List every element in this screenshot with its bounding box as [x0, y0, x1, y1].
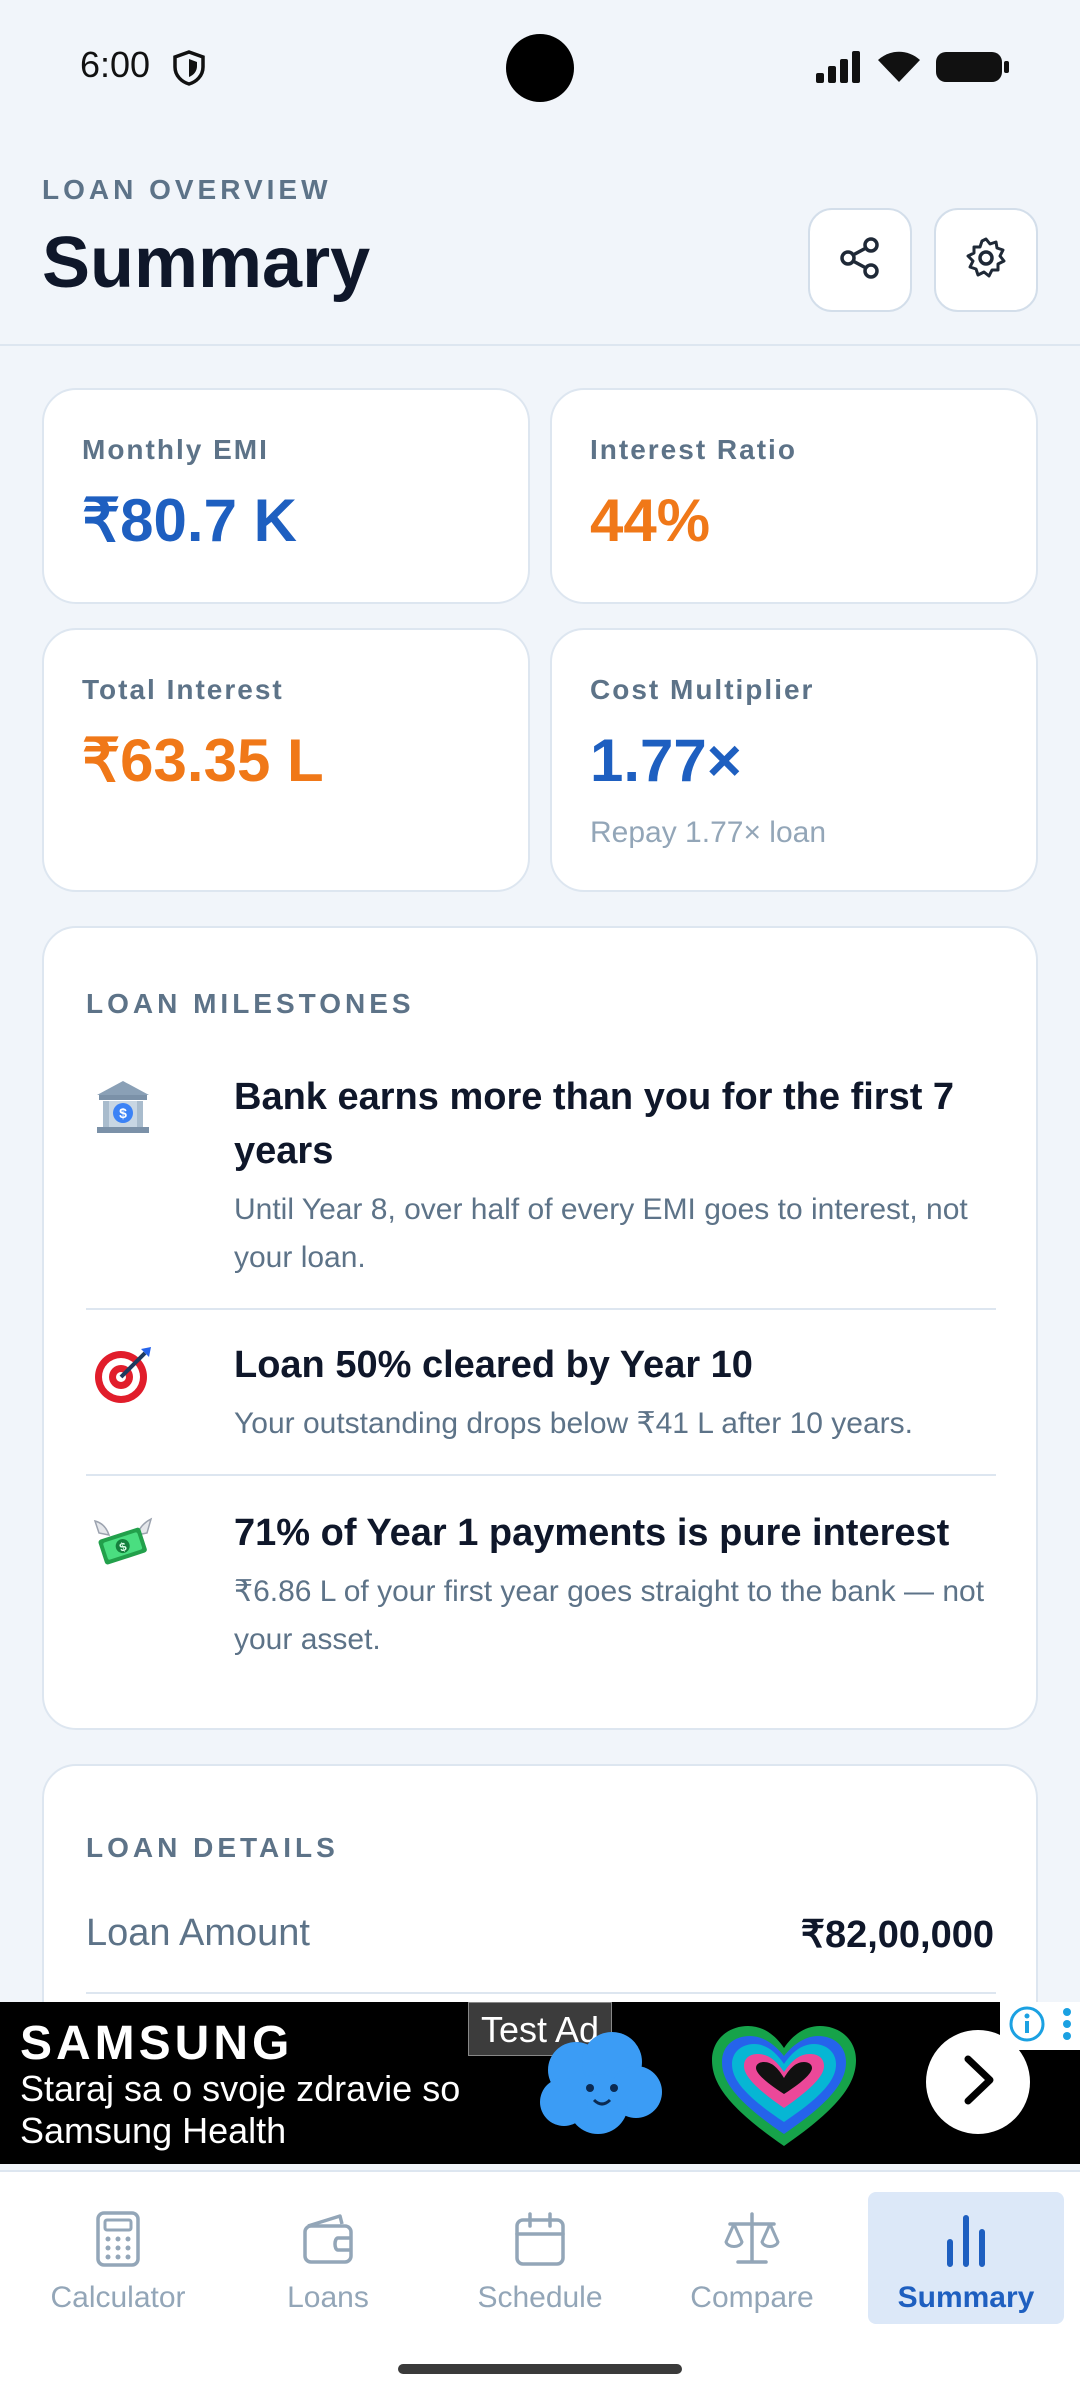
- settings-button[interactable]: [934, 208, 1038, 312]
- gear-icon: [964, 236, 1008, 285]
- wifi-icon: [876, 50, 922, 89]
- milestone-title: Loan 50% cleared by Year 10: [234, 1344, 753, 1386]
- info-icon[interactable]: [1008, 2005, 1046, 2048]
- detail-value: ₹82,00,000: [800, 1914, 994, 1956]
- cloud-mascot-icon: [536, 2030, 666, 2145]
- milestones-card: LOAN MILESTONES $ Bank earns more than y…: [42, 926, 1038, 1730]
- ad-brand-logo: SAMSUNG: [20, 2017, 294, 2070]
- stat-card-interest-ratio: Interest Ratio 44%: [550, 388, 1038, 604]
- system-icons: [816, 50, 1010, 89]
- nav-label: Schedule: [477, 2281, 603, 2314]
- stat-value: 44%: [590, 487, 711, 554]
- section-title: LOAN MILESTONES: [86, 988, 415, 1019]
- milestone-title: Bank earns more than you for the first 7…: [234, 1076, 955, 1172]
- signal-icon: [816, 51, 862, 88]
- more-vertical-icon[interactable]: [1061, 2005, 1073, 2048]
- camera-cutout: [506, 34, 574, 102]
- ad-banner[interactable]: SAMSUNG Staraj sa o svoje zdravie so Sam…: [0, 2002, 1080, 2164]
- calendar-icon: [512, 2210, 568, 2273]
- detail-label: Loan Amount: [86, 1912, 310, 1954]
- bar-chart-icon: [940, 2210, 992, 2273]
- scale-icon: [722, 2210, 782, 2273]
- stat-value: ₹80.7 K: [82, 487, 297, 554]
- heart-icon: [706, 2022, 862, 2157]
- ad-info-controls[interactable]: [1000, 2002, 1080, 2050]
- stat-card-cost-multiplier: Cost Multiplier 1.77× Repay 1.77× loan: [550, 628, 1038, 892]
- divider: [86, 1474, 996, 1476]
- stat-label: Cost Multiplier: [590, 674, 815, 705]
- money-wings-icon: $: [86, 1506, 160, 1580]
- stat-value: 1.77×: [590, 727, 742, 794]
- nav-label: Summary: [897, 2281, 1035, 2314]
- page-overline: LOAN OVERVIEW: [42, 174, 332, 205]
- milestone-description: Your outstanding drops below ₹41 L after…: [234, 1407, 913, 1440]
- nav-item-calculator[interactable]: Calculator: [20, 2192, 216, 2324]
- home-indicator[interactable]: [398, 2364, 682, 2374]
- nav-item-compare[interactable]: Compare: [654, 2192, 850, 2324]
- ad-text: Staraj sa o svoje zdravie so Samsung Hea…: [20, 2068, 461, 2151]
- nav-label: Compare: [690, 2281, 814, 2314]
- chevron-right-icon: [956, 2053, 1000, 2112]
- share-button[interactable]: [808, 208, 912, 312]
- status-bar: 6:00: [0, 0, 1080, 136]
- shield-icon: [172, 50, 206, 91]
- share-icon: [838, 236, 882, 285]
- section-title: LOAN DETAILS: [86, 1832, 339, 1863]
- nav-item-loans[interactable]: Loans: [230, 2192, 426, 2324]
- divider: [86, 1308, 996, 1310]
- milestone-item: $ 71% of Year 1 payments is pure interes…: [86, 1506, 996, 1686]
- nav-label: Calculator: [50, 2281, 186, 2314]
- page-header: LOAN OVERVIEW Summary: [0, 136, 1080, 346]
- calculator-icon: [92, 2210, 144, 2273]
- stat-value: ₹63.35 L: [82, 727, 324, 794]
- page-title: Summary: [42, 223, 371, 303]
- stat-card-total-interest: Total Interest ₹63.35 L: [42, 628, 530, 892]
- battery-icon: [936, 50, 1010, 89]
- stat-subtext: Repay 1.77× loan: [590, 816, 827, 849]
- wallet-icon: [300, 2210, 356, 2273]
- nav-label: Loans: [287, 2281, 369, 2314]
- stat-label: Interest Ratio: [590, 434, 797, 465]
- stat-label: Total Interest: [82, 674, 284, 705]
- stat-card-monthly-emi: Monthly EMI ₹80.7 K: [42, 388, 530, 604]
- target-icon: [86, 1338, 160, 1412]
- divider: [86, 1992, 996, 1994]
- milestone-item: $ Bank earns more than you for the first…: [86, 1070, 996, 1274]
- milestone-description: Until Year 8, over half of every EMI goe…: [234, 1193, 968, 1274]
- stat-label: Monthly EMI: [82, 434, 269, 465]
- milestone-description: ₹6.86 L of your first year goes straight…: [234, 1575, 985, 1656]
- nav-item-schedule[interactable]: Schedule: [442, 2192, 638, 2324]
- bank-icon: $: [86, 1070, 160, 1144]
- milestone-title: 71% of Year 1 payments is pure interest: [234, 1512, 950, 1554]
- milestone-item: Loan 50% cleared by Year 10 Your outstan…: [86, 1338, 996, 1468]
- nav-item-summary[interactable]: Summary: [868, 2192, 1064, 2324]
- svg-text:$: $: [119, 1105, 127, 1121]
- status-time: 6:00: [80, 44, 151, 85]
